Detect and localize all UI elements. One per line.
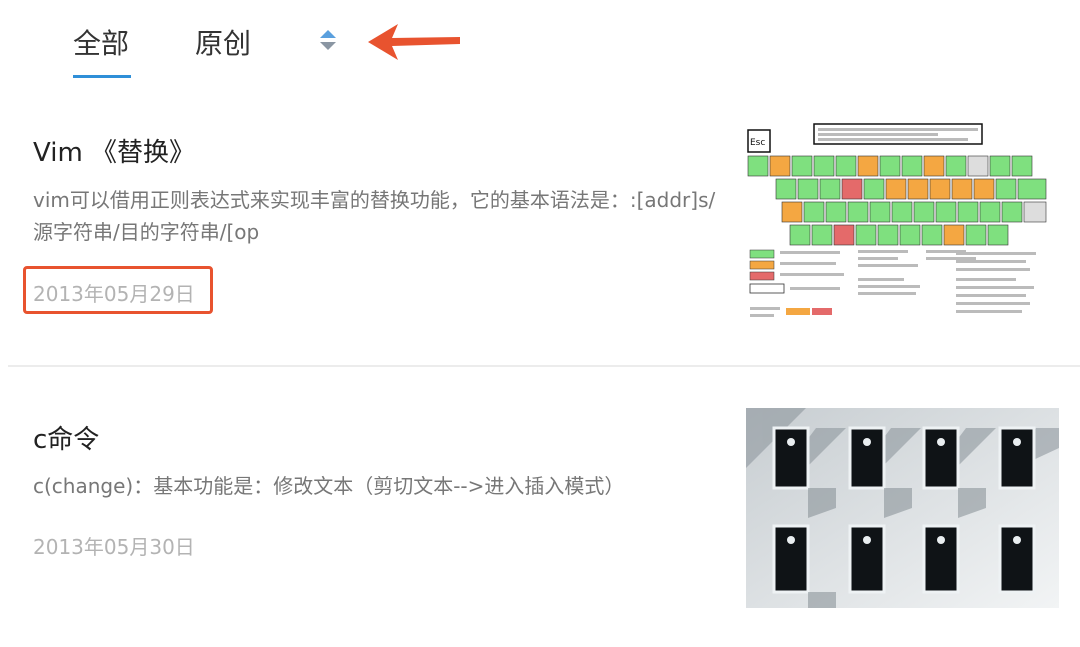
article-title[interactable]: Vim 《替换》	[33, 132, 195, 169]
article-item[interactable]: c命令 c(change)：基本功能是：修改文本（剪切文本-->进入插入模式） …	[8, 367, 1080, 647]
tab-bar: 全部 原创	[8, 0, 1080, 83]
tab-original[interactable]: 原创	[195, 22, 251, 62]
building-windows-photo[interactable]	[746, 408, 1059, 608]
article-title[interactable]: c命令	[33, 419, 99, 456]
esc-key-label: Esc	[750, 138, 765, 148]
article-summary: c(change)：基本功能是：修改文本（剪切文本-->进入插入模式）	[33, 474, 625, 498]
vim-keyboard-cheatsheet-image[interactable]: Esc	[746, 122, 1059, 322]
sort-up-down-icon[interactable]	[318, 26, 338, 54]
article-summary: vim可以借用正则表达式来实现丰富的替换功能，它的基本语法是：:[addr]s/…	[33, 188, 716, 244]
tab-all[interactable]: 全部	[73, 22, 129, 62]
annotation-arrow-icon	[368, 24, 460, 60]
article-item[interactable]: Vim 《替换》 vim可以借用正则表达式来实现丰富的替换功能，它的基本语法是：…	[8, 80, 1080, 367]
date-highlight-box	[23, 266, 213, 314]
article-date: 2013年05月30日	[33, 535, 195, 559]
active-tab-indicator	[73, 75, 131, 78]
